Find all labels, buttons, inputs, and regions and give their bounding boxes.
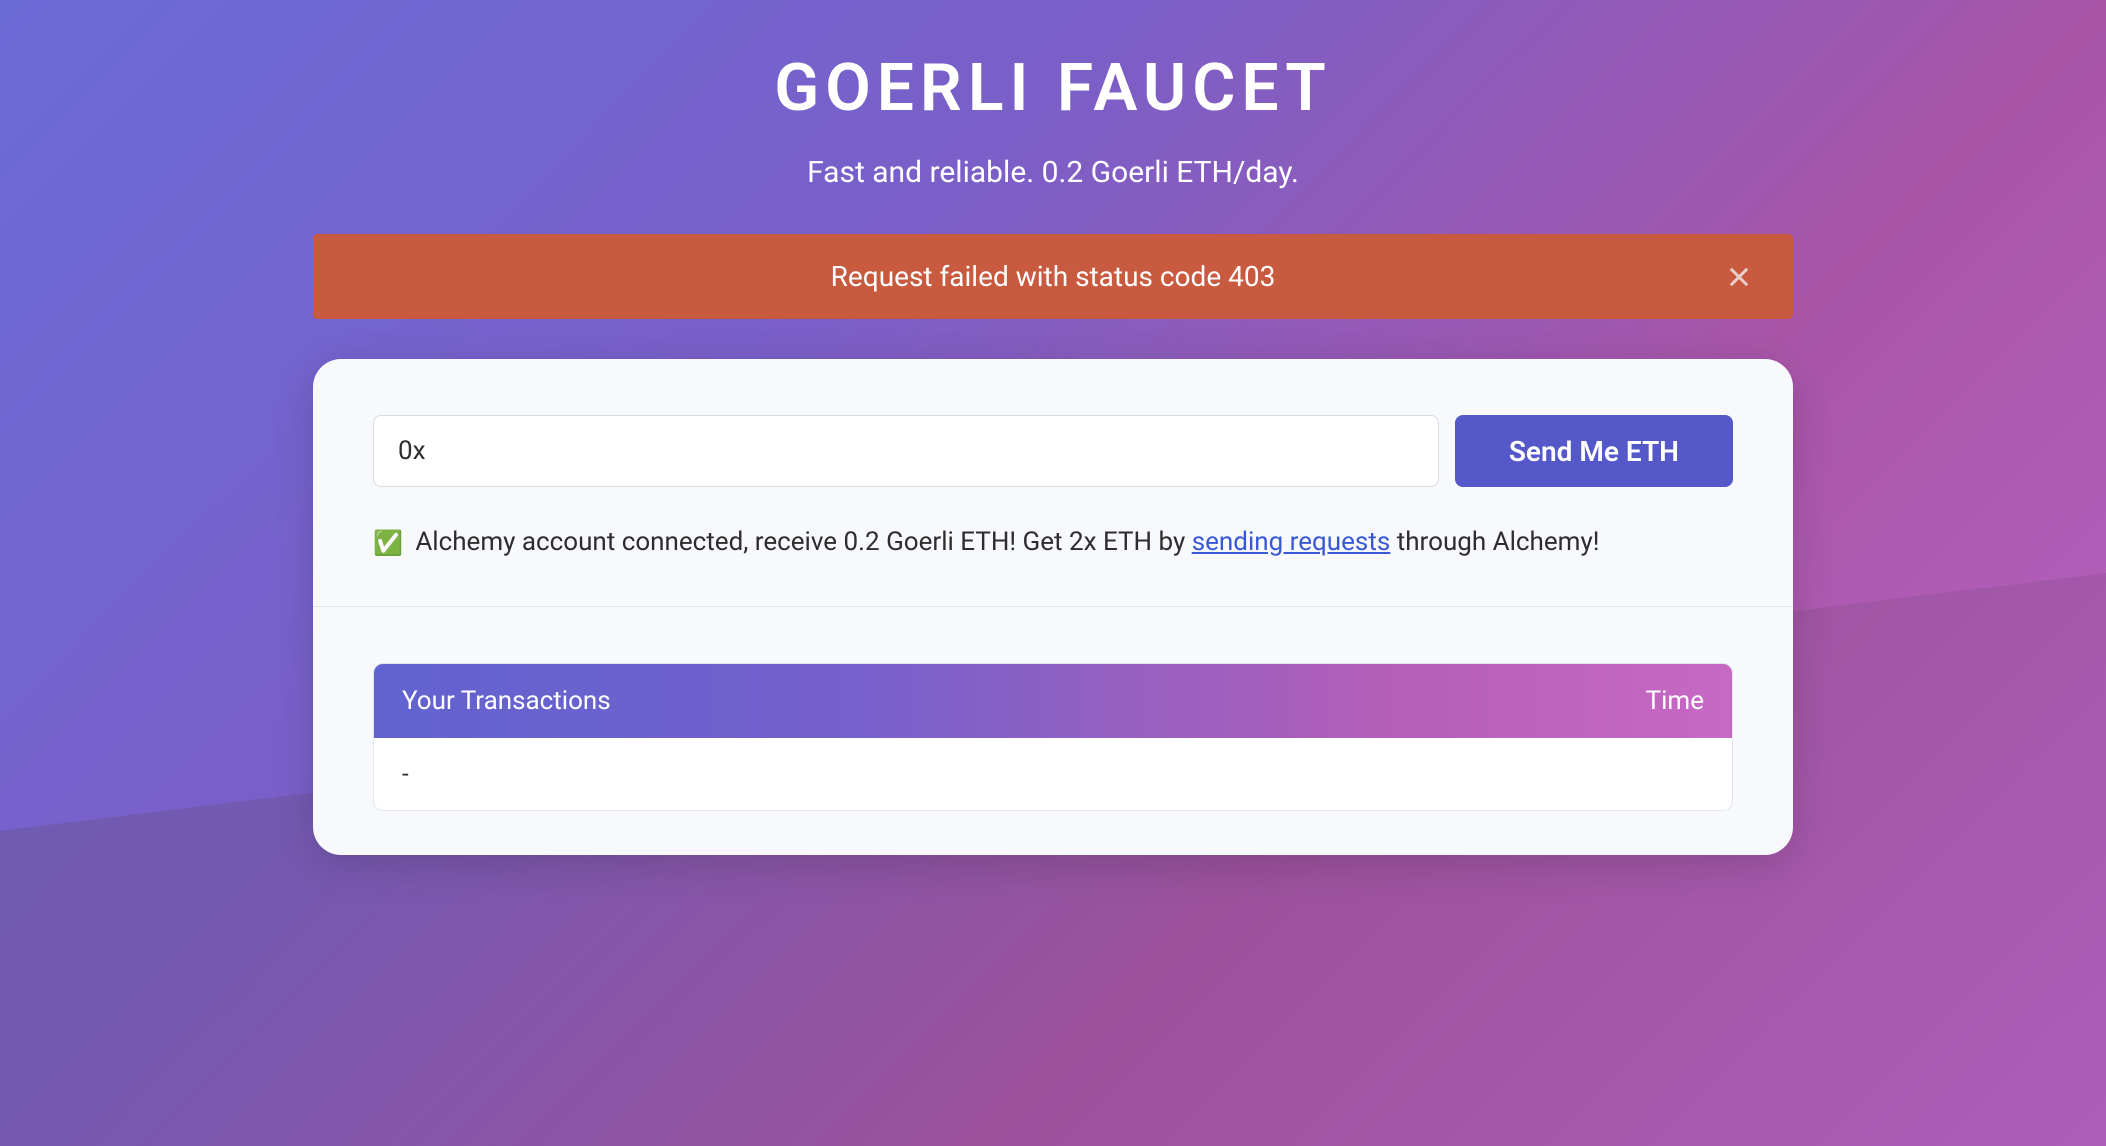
transactions-section: Your Transactions Time - <box>313 607 1793 855</box>
close-button[interactable] <box>1717 255 1761 299</box>
send-eth-button[interactable]: Send Me ETH <box>1455 415 1733 487</box>
account-status-text: ✅ Alchemy account connected, receive 0.2… <box>373 523 1733 562</box>
status-text-before: Alchemy account connected, receive 0.2 G… <box>409 527 1192 557</box>
check-icon: ✅ <box>373 525 403 561</box>
faucet-card: Send Me ETH ✅ Alchemy account connected,… <box>313 359 1793 855</box>
transactions-col-label: Your Transactions <box>402 686 611 716</box>
close-icon <box>1725 263 1753 291</box>
page-title: GOERLI FAUCET <box>313 50 1793 127</box>
input-row: Send Me ETH <box>373 415 1733 487</box>
time-col-label: Time <box>1646 686 1704 716</box>
sending-requests-link[interactable]: sending requests <box>1192 527 1391 557</box>
error-alert: Request failed with status code 403 <box>313 234 1793 319</box>
error-alert-text: Request failed with status code 403 <box>831 260 1276 293</box>
page-subtitle: Fast and reliable. 0.2 Goerli ETH/day. <box>313 155 1793 190</box>
table-row: - <box>374 738 1732 810</box>
wallet-address-input[interactable] <box>373 415 1439 487</box>
transactions-table: Your Transactions Time - <box>373 663 1733 811</box>
status-text-after: through Alchemy! <box>1390 527 1599 557</box>
faucet-form-section: Send Me ETH ✅ Alchemy account connected,… <box>313 359 1793 607</box>
transactions-header: Your Transactions Time <box>374 664 1732 738</box>
